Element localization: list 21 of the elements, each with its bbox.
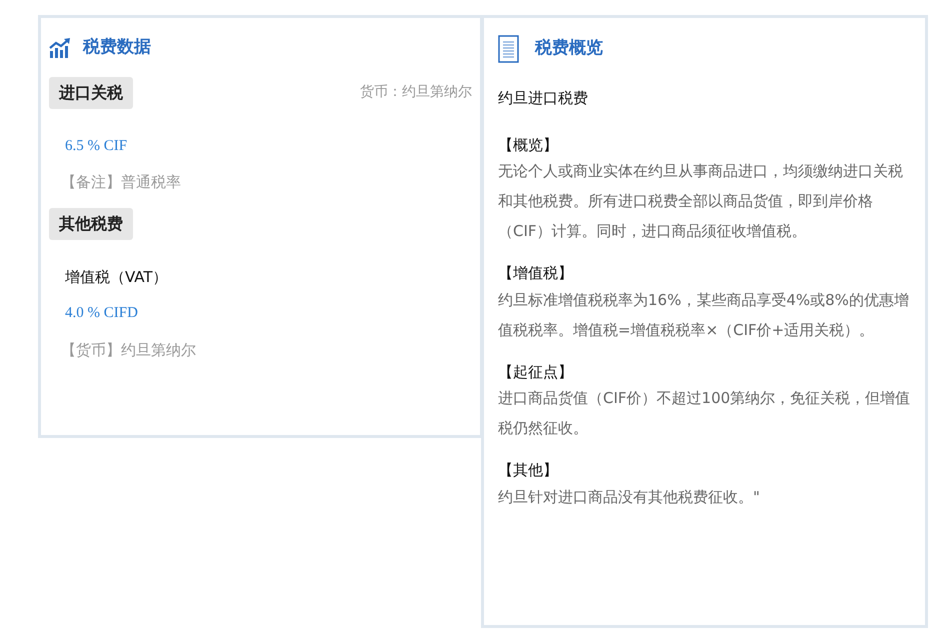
tax-rate: 4.0 % CIFD bbox=[65, 304, 138, 323]
remark-text: 【备注】普通税率 bbox=[61, 172, 181, 193]
paragraph: 约旦标准增值税税率为16%，某些商品享受4%或8%的优惠增值税税率。增值税=增值税税率×（CIF价+适用关税）。 bbox=[498, 290, 910, 340]
panel-title: 税费概览 bbox=[535, 37, 603, 60]
chart-icon bbox=[49, 38, 71, 58]
section-heading: 【概览】 bbox=[498, 134, 559, 156]
document-icon bbox=[498, 35, 519, 63]
section-heading: 【起征点】 bbox=[498, 362, 574, 382]
remark-text: 【货币】约旦第纳尔 bbox=[61, 340, 196, 360]
overview-subtitle: 约旦进口税费 bbox=[498, 88, 589, 109]
section-heading: 【增值税】 bbox=[498, 263, 574, 284]
section-heading: 进口关税 bbox=[49, 76, 133, 108]
section-heading: 【其他】 bbox=[498, 460, 559, 481]
paragraph: 无论个人或商业实体在约旦从事商品进口，均须缴纳进口关税和其他税费。所有进口税费全部以商品货值，即到岸价格（CIF）计算。同时，进口商品须征收增值税。 bbox=[498, 161, 904, 242]
section-heading: 其他税费 bbox=[49, 208, 133, 240]
currency-label: 货币：约旦第纳尔 bbox=[360, 83, 472, 102]
tax-rate: 6.5 % CIF bbox=[65, 136, 128, 156]
panel-title: 税费数据 bbox=[83, 36, 151, 59]
tax-name: 增值税（VAT） bbox=[65, 266, 168, 288]
paragraph: 约旦针对进口商品没有其他税费征收。" bbox=[498, 486, 761, 508]
paragraph: 进口商品货值（CIF价）不超过100第纳尔，免征关税，但增值税仍然征收。 bbox=[498, 388, 911, 439]
